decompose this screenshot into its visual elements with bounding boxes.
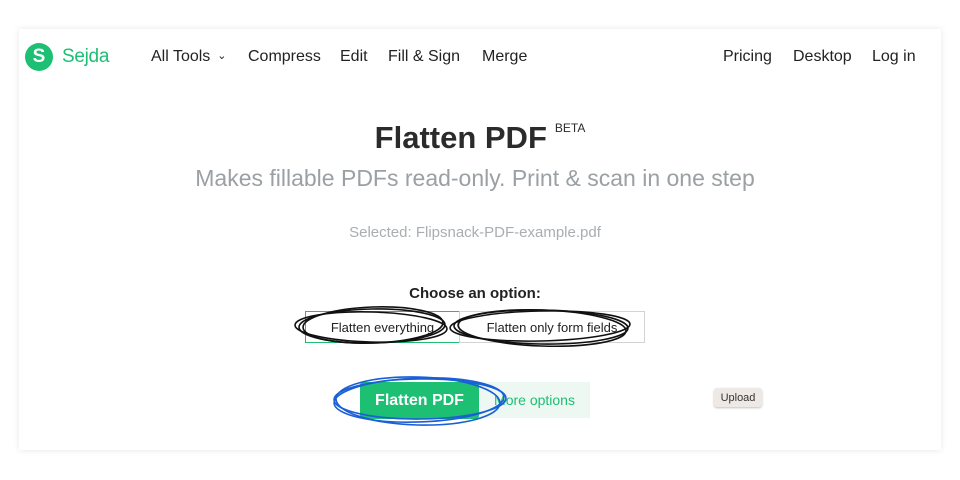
nav-desktop[interactable]: Desktop <box>793 48 852 66</box>
sejda-logo-icon[interactable]: S <box>25 43 53 71</box>
beta-badge: BETA <box>554 121 586 135</box>
upload-button[interactable]: Upload <box>714 388 762 407</box>
page-title-text: Flatten PDF <box>374 120 547 155</box>
page-subtitle: Makes fillable PDFs read-only. Print & s… <box>195 165 755 191</box>
selected-file-text: Selected: Flipsnack-PDF-example.pdf <box>349 224 601 241</box>
nav-all-tools-label: All Tools <box>151 48 211 65</box>
nav-merge[interactable]: Merge <box>482 48 527 66</box>
chevron-down-icon: ⌄ <box>217 50 227 62</box>
page-title: Flatten PDF BETA <box>0 120 960 156</box>
nav-all-tools[interactable]: All Tools ⌄ <box>151 48 227 66</box>
nav-log-in[interactable]: Log in <box>872 48 916 66</box>
nav-edit[interactable]: Edit <box>340 48 368 66</box>
choose-option-label: Choose an option: <box>409 285 541 302</box>
nav-compress[interactable]: Compress <box>248 48 321 66</box>
logo-text[interactable]: Sejda <box>62 46 109 68</box>
flatten-pdf-button[interactable]: Flatten PDF <box>360 382 479 419</box>
option-flatten-form-fields[interactable]: Flatten only form fields <box>459 311 645 343</box>
nav-pricing[interactable]: Pricing <box>723 48 772 66</box>
more-options-button[interactable]: More options <box>479 382 590 418</box>
nav-fill-sign[interactable]: Fill & Sign <box>388 48 460 66</box>
option-flatten-everything[interactable]: Flatten everything <box>305 311 460 343</box>
